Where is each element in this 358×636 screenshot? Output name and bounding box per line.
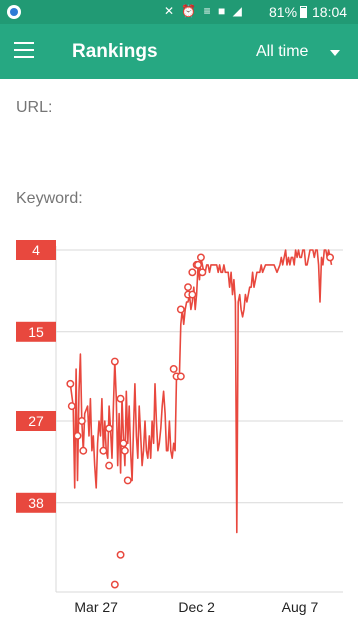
x-axis-labels: Mar 27 Dec 2 Aug 7 xyxy=(74,599,318,615)
page-title: Rankings xyxy=(72,41,158,62)
url-label: URL: xyxy=(16,99,53,116)
rank-series-line xyxy=(69,249,333,534)
battery-percentage: 81% xyxy=(269,4,298,20)
x-tick-label: Dec 2 xyxy=(178,599,215,615)
data-point-marker xyxy=(73,431,82,440)
data-point-marker xyxy=(123,476,132,485)
x-tick-label: Aug 7 xyxy=(282,599,319,615)
status-icons: ✕ ⏰ ≡ ■ ◢ xyxy=(164,4,244,18)
data-point-marker xyxy=(110,580,119,589)
data-point-marker xyxy=(66,379,75,388)
app-notification-icon xyxy=(7,5,21,19)
data-point-marker xyxy=(176,372,185,381)
data-point-marker xyxy=(198,268,207,277)
data-point-marker xyxy=(169,365,178,373)
data-point-marker xyxy=(79,446,88,455)
data-point-marker xyxy=(188,268,197,277)
y-tick-label: 15 xyxy=(28,324,44,340)
data-point-marker xyxy=(67,402,76,411)
time-range-dropdown[interactable]: All time xyxy=(256,43,346,65)
data-point-marker xyxy=(110,357,119,366)
hamburger-menu-icon[interactable] xyxy=(14,42,34,58)
data-point-marker xyxy=(176,305,185,314)
data-point-marker xyxy=(119,439,128,448)
data-point-marker xyxy=(99,446,108,455)
y-tick-label: 4 xyxy=(32,242,40,258)
rankings-chart: 4 15 27 38 Mar 27 Dec 2 Aug 7 xyxy=(16,240,343,615)
data-point-marker xyxy=(105,461,114,470)
app-bar: Rankings All time xyxy=(0,24,358,79)
data-point-marker xyxy=(77,417,86,425)
keyword-label: Keyword: xyxy=(16,190,83,207)
status-bar: ✕ ⏰ ≡ ■ ◢ 81% 18:04 xyxy=(0,0,358,24)
data-point-marker xyxy=(326,253,335,262)
data-point-marker xyxy=(188,290,197,299)
clock: 18:04 xyxy=(312,4,348,20)
data-point-marker xyxy=(116,394,125,403)
data-point-marker xyxy=(194,260,203,269)
data-point-marker xyxy=(184,283,192,292)
data-point-marker xyxy=(116,550,125,559)
chart-series xyxy=(69,249,333,534)
time-range-value: All time xyxy=(256,43,309,60)
chart-grid xyxy=(55,246,343,593)
data-point-marker xyxy=(196,253,205,262)
data-point-marker xyxy=(120,446,129,455)
battery-icon xyxy=(300,6,307,18)
data-point-marker xyxy=(105,424,114,433)
x-tick-label: Mar 27 xyxy=(74,599,118,615)
y-tick-label: 27 xyxy=(28,413,44,429)
y-axis-labels: 4 15 27 38 xyxy=(16,240,56,513)
y-tick-label: 38 xyxy=(28,495,44,511)
chevron-down-icon xyxy=(330,50,340,56)
